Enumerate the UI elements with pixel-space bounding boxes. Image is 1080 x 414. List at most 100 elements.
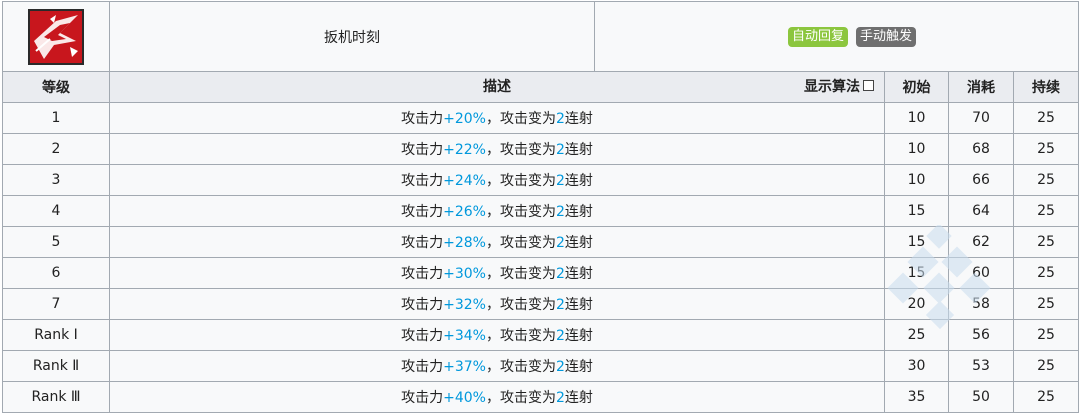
description-cell: 攻击力+30%，攻击变为2连射: [109, 257, 885, 289]
table-row: 3 攻击力+24%，攻击变为2连射 10 66 25: [2, 164, 1080, 196]
col-level: 等级: [2, 71, 110, 103]
description-cell: 攻击力+26%，攻击变为2连射: [109, 195, 885, 227]
value-highlight: 2: [555, 297, 565, 313]
table-row: 2 攻击力+22%，攻击变为2连射 10 68 25: [2, 133, 1080, 165]
level-cell: 2: [2, 133, 110, 165]
description-text: ，攻击变为: [485, 390, 556, 406]
checkbox-icon[interactable]: [863, 80, 874, 91]
value-highlight: +30%: [443, 266, 486, 282]
skill-table: 扳机时刻 自动回复 手动触发 等级 描述 显示算法 初始 消耗 持续 1 攻击力+2…: [2, 1, 1080, 413]
description-text: 攻击力: [401, 142, 444, 158]
cost-cell: 58: [948, 288, 1014, 320]
skill-icon: [28, 8, 84, 65]
value-highlight: 2: [555, 173, 565, 189]
skill-tags: 自动回复 手动触发: [593, 1, 1080, 72]
description-text: 连射: [564, 235, 593, 251]
value-highlight: 2: [555, 142, 565, 158]
description-cell: 攻击力+34%，攻击变为2连射: [109, 319, 885, 351]
skill-name: 扳机时刻: [109, 1, 595, 72]
description-text: ，攻击变为: [485, 142, 556, 158]
value-highlight: +26%: [443, 204, 486, 220]
description-text: 攻击力: [401, 266, 444, 282]
description-text: 攻击力: [401, 297, 444, 313]
initial-cell: 10: [884, 164, 949, 196]
value-highlight: 2: [555, 390, 565, 406]
tag-auto-recovery: 自动回复: [788, 26, 849, 47]
description-text: 攻击力: [401, 390, 444, 406]
description-text: ，攻击变为: [485, 235, 556, 251]
table-row: 4 攻击力+26%，攻击变为2连射 15 64 25: [2, 195, 1080, 227]
value-highlight: +34%: [443, 328, 486, 344]
initial-cell: 20: [884, 288, 949, 320]
cost-cell: 53: [948, 350, 1014, 382]
description-text: 攻击力: [401, 173, 444, 189]
description-cell: 攻击力+22%，攻击变为2连射: [109, 133, 885, 165]
col-description: 描述 显示算法: [109, 71, 885, 103]
level-cell: 4: [2, 195, 110, 227]
initial-cell: 10: [884, 102, 949, 134]
description-text: 连射: [564, 266, 593, 282]
show-formula-toggle[interactable]: 显示算法: [804, 72, 874, 102]
table-row: 7 攻击力+32%，攻击变为2连射 20 58 25: [2, 288, 1080, 320]
value-highlight: +22%: [443, 142, 486, 158]
level-cell: Rank Ⅰ: [2, 319, 110, 351]
value-highlight: +32%: [443, 297, 486, 313]
description-text: 攻击力: [401, 235, 444, 251]
description-text: 攻击力: [401, 204, 444, 220]
description-text: 连射: [564, 297, 593, 313]
description-text: 连射: [564, 173, 593, 189]
cost-cell: 70: [948, 102, 1014, 134]
skill-header-row: 扳机时刻 自动回复 手动触发: [2, 1, 1080, 72]
description-text: ，攻击变为: [485, 204, 556, 220]
initial-cell: 15: [884, 195, 949, 227]
duration-cell: 25: [1012, 257, 1080, 289]
value-highlight: 2: [555, 328, 565, 344]
col-duration: 持续: [1012, 71, 1080, 103]
duration-cell: 25: [1012, 164, 1080, 196]
initial-cell: 25: [884, 319, 949, 351]
duration-cell: 25: [1012, 381, 1080, 413]
description-text: ，攻击变为: [485, 359, 556, 375]
value-highlight: +37%: [443, 359, 486, 375]
duration-cell: 25: [1012, 133, 1080, 165]
col-description-label: 描述: [483, 79, 511, 95]
description-text: 连射: [564, 111, 593, 127]
initial-cell: 15: [884, 257, 949, 289]
initial-cell: 10: [884, 133, 949, 165]
description-text: ，攻击变为: [485, 173, 556, 189]
level-cell: 3: [2, 164, 110, 196]
description-text: ，攻击变为: [485, 111, 556, 127]
value-highlight: 2: [555, 359, 565, 375]
initial-cell: 30: [884, 350, 949, 382]
duration-cell: 25: [1012, 319, 1080, 351]
cost-cell: 66: [948, 164, 1014, 196]
cost-cell: 62: [948, 226, 1014, 258]
description-cell: 攻击力+40%，攻击变为2连射: [109, 381, 885, 413]
level-cell: 5: [2, 226, 110, 258]
description-cell: 攻击力+24%，攻击变为2连射: [109, 164, 885, 196]
value-highlight: +28%: [443, 235, 486, 251]
description-text: ，攻击变为: [485, 266, 556, 282]
description-cell: 攻击力+37%，攻击变为2连射: [109, 350, 885, 382]
cost-cell: 68: [948, 133, 1014, 165]
level-cell: Rank Ⅱ: [2, 350, 110, 382]
cost-cell: 60: [948, 257, 1014, 289]
cost-cell: 56: [948, 319, 1014, 351]
value-highlight: 2: [555, 204, 565, 220]
skill-icon-cell: [2, 1, 110, 72]
show-formula-label: 显示算法: [804, 79, 860, 95]
description-text: ，攻击变为: [485, 297, 556, 313]
description-text: ，攻击变为: [485, 328, 556, 344]
value-highlight: 2: [555, 111, 565, 127]
duration-cell: 25: [1012, 350, 1080, 382]
value-highlight: 2: [555, 266, 565, 282]
table-row: 1 攻击力+20%，攻击变为2连射 10 70 25: [2, 102, 1080, 134]
value-highlight: +40%: [443, 390, 486, 406]
col-initial: 初始: [884, 71, 949, 103]
cost-cell: 64: [948, 195, 1014, 227]
description-text: 攻击力: [401, 328, 444, 344]
initial-cell: 35: [884, 381, 949, 413]
table-row: Rank Ⅲ 攻击力+40%，攻击变为2连射 35 50 25: [2, 381, 1080, 413]
description-text: 连射: [564, 359, 593, 375]
tag-manual-trigger: 手动触发: [856, 26, 917, 47]
